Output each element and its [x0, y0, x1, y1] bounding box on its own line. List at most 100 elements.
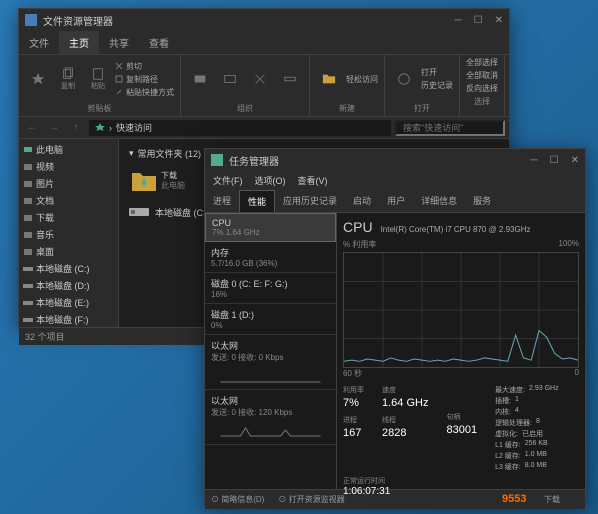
chart-xlabel: 60 秒 — [343, 368, 362, 379]
properties-button[interactable] — [391, 63, 417, 95]
chart-ymax: 100% — [559, 239, 579, 250]
tab-details[interactable]: 详细信息 — [413, 190, 465, 212]
ribbon-toolbar: 复制 粘贴 剪切 复制路径 粘贴快捷方式 剪贴板 组织 轻松访 — [19, 55, 509, 117]
copy-path-item[interactable]: 复制路径 — [115, 74, 174, 85]
tree-drive-d[interactable]: 本地磁盘 (D:) — [21, 277, 116, 294]
uptime-label: 正常运行时间 — [343, 476, 579, 486]
select-all-item[interactable]: 全部选择 — [466, 57, 498, 68]
tab-startup[interactable]: 启动 — [345, 190, 379, 212]
up-button[interactable]: ↑ — [67, 119, 85, 137]
handles-value: 83001 — [446, 424, 477, 436]
breadcrumb[interactable]: › 快速访问 — [89, 120, 391, 136]
search-input[interactable] — [395, 120, 505, 136]
ribbon-tabs: 文件 主页 共享 查看 — [19, 31, 509, 55]
chart-ylabel: % 利用率 — [343, 239, 376, 250]
item-count: 32 个项目 — [25, 330, 65, 343]
maximize-button[interactable]: ☐ — [550, 155, 559, 166]
close-button[interactable]: ✕ — [571, 155, 579, 166]
side-ethernet2[interactable]: 以太网 发送: 0 接收: 120 Kbps — [205, 390, 336, 445]
select-none-item[interactable]: 全部取消 — [466, 70, 498, 81]
tab-users[interactable]: 用户 — [379, 190, 413, 212]
task-manager-window: 任务管理器 ─ ☐ ✕ 文件(F) 选项(O) 查看(V) 进程 性能 应用历史… — [204, 148, 586, 506]
copy-button[interactable]: 复制 — [55, 63, 81, 95]
ribbon-organize-group: 组织 — [181, 55, 310, 116]
processes-value: 167 — [343, 427, 364, 439]
resource-monitor-link[interactable]: ⊙ 打开资源监视器 — [278, 494, 344, 505]
tree-drive-e[interactable]: 本地磁盘 (E:) — [21, 294, 116, 311]
paste-button[interactable]: 粘贴 — [85, 63, 111, 95]
invert-selection-item[interactable]: 反向选择 — [466, 83, 498, 94]
utilization-value: 7% — [343, 397, 364, 409]
fewer-details-link[interactable]: ⊙ 简略信息(D) — [211, 494, 264, 505]
explorer-title: 文件资源管理器 — [43, 13, 113, 28]
svg-text:下载: 下载 — [544, 494, 560, 504]
tree-music[interactable]: 音乐 — [21, 226, 116, 243]
tab-share[interactable]: 共享 — [99, 31, 139, 54]
back-button[interactable]: ← — [23, 119, 41, 137]
tab-file[interactable]: 文件 — [19, 31, 59, 54]
moveto-button[interactable] — [187, 63, 213, 95]
pin-button[interactable] — [25, 63, 51, 95]
side-cpu[interactable]: CPU 7% 1.64 GHz — [205, 213, 336, 242]
explorer-icon — [25, 14, 37, 26]
tree-downloads[interactable]: 下载 — [21, 209, 116, 226]
performance-sidebar: CPU 7% 1.64 GHz 内存 5.7/16.0 GB (36%) 磁盘 … — [205, 213, 337, 489]
forward-button[interactable]: → — [45, 119, 63, 137]
cpu-stats: 利用率 7% 进程 167 速度 1.64 GHz 线程 2828 句柄 830… — [343, 385, 579, 472]
threads-value: 2828 — [382, 427, 428, 439]
side-memory[interactable]: 内存 5.7/16.0 GB (36%) — [205, 242, 336, 273]
minimize-button[interactable]: ─ — [455, 15, 462, 26]
organize-label: 组织 — [187, 101, 303, 114]
menu-view[interactable]: 查看(V) — [298, 174, 328, 187]
speed-value: 1.64 GHz — [382, 397, 428, 409]
history-item[interactable]: 历史记录 — [421, 80, 453, 91]
navigation-tree[interactable]: 此电脑 视频 图片 文档 下载 音乐 桌面 本地磁盘 (C:) 本地磁盘 (D:… — [19, 139, 119, 327]
tree-pictures[interactable]: 图片 — [21, 175, 116, 192]
svg-text:9553: 9553 — [502, 493, 526, 505]
delete-button[interactable] — [247, 63, 273, 95]
close-button[interactable]: ✕ — [495, 15, 503, 26]
ribbon-open-group: 打开 历史记录 打开 — [385, 55, 460, 116]
cpu-detail-panel: CPU Intel(R) Core(TM) i7 CPU 870 @ 2.93G… — [337, 213, 585, 489]
tree-drive-c[interactable]: 本地磁盘 (C:) — [21, 260, 116, 277]
maximize-button[interactable]: ☐ — [474, 15, 483, 26]
easy-access-item[interactable]: 轻松访问 — [346, 74, 378, 85]
rename-button[interactable] — [277, 63, 303, 95]
cpu-usage-chart — [343, 252, 579, 368]
taskmgr-tabs: 进程 性能 应用历史记录 启动 用户 详细信息 服务 — [205, 190, 585, 213]
copyto-button[interactable] — [217, 63, 243, 95]
ribbon-new-group: 轻松访问 新建 — [310, 55, 385, 116]
address-bar: ← → ↑ › 快速访问 — [19, 117, 509, 139]
tab-app-history[interactable]: 应用历史记录 — [275, 190, 345, 212]
taskmgr-icon — [211, 154, 223, 166]
watermark-logo: 9553 下载 — [502, 488, 592, 510]
menu-file[interactable]: 文件(F) — [213, 174, 243, 187]
side-ethernet1[interactable]: 以太网 发送: 0 接收: 0 Kbps — [205, 335, 336, 390]
minimize-button[interactable]: ─ — [531, 155, 538, 166]
folder-downloads[interactable]: 下载此电脑 — [131, 168, 197, 194]
paste-shortcut-item[interactable]: 粘贴快捷方式 — [115, 87, 174, 98]
tab-services[interactable]: 服务 — [465, 190, 499, 212]
tree-drive-f[interactable]: 本地磁盘 (F:) — [21, 311, 116, 327]
tree-desktop[interactable]: 桌面 — [21, 243, 116, 260]
menu-options[interactable]: 选项(O) — [255, 174, 286, 187]
side-disk0[interactable]: 磁盘 0 (C: E: F: G:) 16% — [205, 273, 336, 304]
window-controls: ─ ☐ ✕ — [455, 15, 503, 26]
taskmgr-body: CPU 7% 1.64 GHz 内存 5.7/16.0 GB (36%) 磁盘 … — [205, 213, 585, 489]
new-folder-button[interactable] — [316, 63, 342, 95]
tab-performance[interactable]: 性能 — [239, 190, 275, 212]
cpu-title: CPU — [343, 219, 373, 235]
cut-item[interactable]: 剪切 — [115, 61, 174, 72]
tree-documents[interactable]: 文档 — [21, 192, 116, 209]
side-disk1[interactable]: 磁盘 1 (D:) 0% — [205, 304, 336, 335]
tab-home[interactable]: 主页 — [59, 31, 99, 54]
open-item[interactable]: 打开 — [421, 67, 453, 78]
tab-processes[interactable]: 进程 — [205, 190, 239, 212]
ribbon-select-group: 全部选择 全部取消 反向选择 选择 — [460, 55, 505, 116]
taskmgr-titlebar[interactable]: 任务管理器 ─ ☐ ✕ — [205, 149, 585, 171]
explorer-titlebar[interactable]: 文件资源管理器 ─ ☐ ✕ — [19, 9, 509, 31]
tree-this-pc[interactable]: 此电脑 — [21, 141, 116, 158]
tab-view[interactable]: 查看 — [139, 31, 179, 54]
tree-videos[interactable]: 视频 — [21, 158, 116, 175]
clipboard-label: 剪贴板 — [25, 101, 174, 114]
